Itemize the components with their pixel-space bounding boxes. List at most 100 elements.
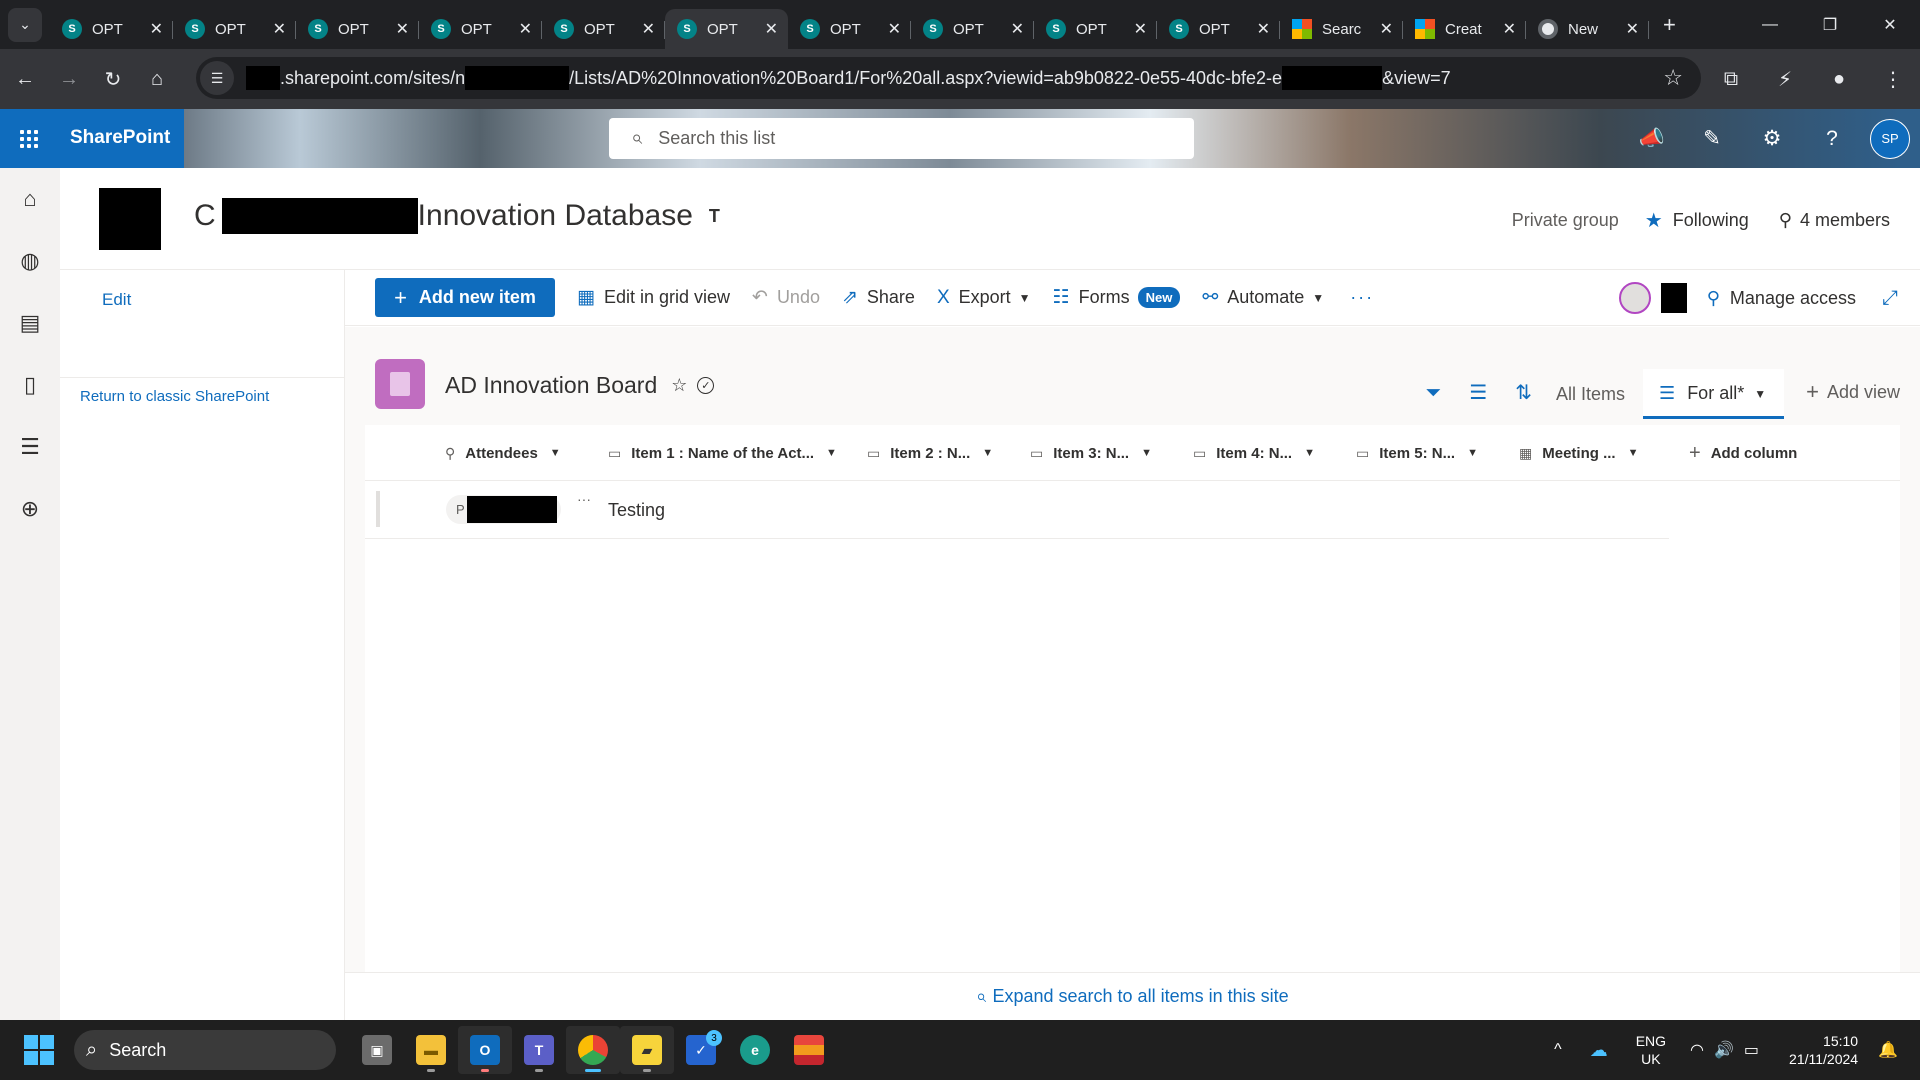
list-title-text[interactable]: AD Innovation Board	[445, 372, 657, 399]
browser-tab[interactable]: S OPT ✕	[296, 9, 419, 49]
onedrive-icon[interactable]: ☁	[1590, 1040, 1608, 1061]
tab-search-menu-button[interactable]: ⌄	[8, 7, 42, 42]
help-icon[interactable]: ?	[1802, 127, 1862, 151]
browser-menu-icon[interactable]: ⋮	[1866, 67, 1920, 92]
megaphone-icon[interactable]: 📣	[1622, 127, 1682, 151]
app-launcher-button[interactable]	[0, 109, 58, 168]
column-header-item-1[interactable]: ▭ Item 1 : Name of the Act... ▼	[608, 425, 837, 481]
edge-icon[interactable]: e	[728, 1026, 782, 1074]
news-icon[interactable]: ▤	[0, 292, 60, 354]
column-header-item-5[interactable]: ▭ Item 5: N... ▼	[1356, 425, 1478, 481]
bookmark-star-icon[interactable]: ☆	[1663, 65, 1683, 91]
home-icon[interactable]: ⌂	[0, 168, 60, 230]
wifi-icon[interactable]: ◠	[1690, 1040, 1704, 1060]
reload-button[interactable]: ↻	[94, 60, 132, 98]
files-icon[interactable]: ▯	[0, 354, 60, 416]
expand-icon[interactable]: ⤢	[1882, 287, 1898, 310]
add-new-item-button[interactable]: + Add new item	[375, 278, 555, 317]
browser-tab[interactable]: S OPT ✕	[788, 9, 911, 49]
teams-icon[interactable]: T	[512, 1026, 566, 1074]
close-tab-icon[interactable]: ✕	[888, 19, 901, 39]
search-input[interactable]	[658, 128, 1119, 149]
site-title[interactable]: C Innovation Database T	[194, 198, 720, 234]
row-selector[interactable]	[376, 491, 380, 527]
forward-button[interactable]: →	[50, 60, 88, 98]
filter-icon[interactable]: ⏷	[1425, 382, 1441, 405]
members-button[interactable]: ⚲ 4 members	[1779, 210, 1890, 231]
notifications-bell-icon[interactable]: 🔔	[1878, 1040, 1898, 1060]
minimize-button[interactable]: —	[1740, 0, 1800, 49]
file-explorer-icon[interactable]: ▬	[404, 1026, 458, 1074]
row-title-cell[interactable]: Testing	[608, 500, 665, 521]
edit-nav-link[interactable]: Edit	[102, 290, 131, 310]
browser-tab[interactable]: Searc ✕	[1280, 9, 1403, 49]
browser-tab[interactable]: S OPT ✕	[665, 9, 788, 49]
clock[interactable]: 15:10 21/11/2024	[1789, 1032, 1858, 1068]
browser-tab[interactable]: Creat ✕	[1403, 9, 1526, 49]
close-tab-icon[interactable]: ✕	[1503, 19, 1516, 39]
close-tab-icon[interactable]: ✕	[765, 19, 778, 39]
export-button[interactable]: X Export ▼	[937, 287, 1031, 309]
sort-icon[interactable]: ⇅	[1515, 380, 1532, 405]
feedback-icon[interactable]: ✎	[1682, 126, 1742, 151]
column-header-meeting[interactable]: ▦ Meeting ... ▼	[1519, 425, 1638, 481]
chrome-icon[interactable]	[566, 1026, 620, 1074]
view-all-items[interactable]: All Items	[1556, 384, 1625, 405]
site-info-icon[interactable]: ☰	[200, 61, 234, 95]
close-tab-icon[interactable]: ✕	[1626, 19, 1639, 39]
close-tab-icon[interactable]: ✕	[273, 19, 286, 39]
extensions-icon[interactable]: ⧉	[1704, 68, 1758, 91]
sharepoint-brand[interactable]: SharePoint	[70, 127, 170, 149]
lists-icon[interactable]: ☰	[0, 416, 60, 478]
windows-start-icon[interactable]	[24, 1035, 54, 1065]
column-header-item-2[interactable]: ▭ Item 2 : N... ▼	[867, 425, 993, 481]
language-indicator[interactable]: ENG UK	[1636, 1032, 1666, 1068]
browser-tab[interactable]: S OPT ✕	[1034, 9, 1157, 49]
edit-grid-view-button[interactable]: ▦ Edit in grid view	[577, 286, 730, 309]
teams-icon[interactable]: T	[709, 206, 720, 227]
outlook-icon[interactable]: O	[458, 1026, 512, 1074]
list-search-box[interactable]: ⌕	[609, 118, 1194, 159]
column-header-item-4[interactable]: ▭ Item 4: N... ▼	[1193, 425, 1315, 481]
profile-icon[interactable]: ●	[1812, 68, 1866, 91]
add-column-button[interactable]: + Add column	[1689, 425, 1797, 481]
taskbar-search[interactable]: ⌕ Search	[74, 1030, 336, 1070]
add-view-button[interactable]: + Add view	[1806, 379, 1900, 405]
column-header-attendees[interactable]: ⚲ Attendees ▼	[445, 425, 561, 481]
close-tab-icon[interactable]: ✕	[396, 19, 409, 39]
browser-tab[interactable]: S OPT ✕	[419, 9, 542, 49]
check-circle-icon[interactable]: ✓	[697, 377, 715, 394]
close-tab-icon[interactable]: ✕	[519, 19, 532, 39]
site-logo[interactable]	[99, 188, 161, 250]
view-current[interactable]: ☰ For all* ▼	[1643, 369, 1785, 419]
address-bar[interactable]: ☰ .sharepoint.com/sites/n /Lists/AD%20In…	[196, 57, 1701, 99]
list-options-icon[interactable]: ☰	[1469, 380, 1487, 405]
close-tab-icon[interactable]: ✕	[642, 19, 655, 39]
forms-button[interactable]: ☷ Forms New	[1053, 286, 1181, 309]
restore-button[interactable]: ❐	[1800, 0, 1860, 49]
office-stack-icon[interactable]	[782, 1026, 836, 1074]
settings-gear-icon[interactable]: ⚙	[1742, 126, 1802, 151]
battery-icon[interactable]: ▭	[1744, 1040, 1759, 1060]
return-to-classic-link[interactable]: Return to classic SharePoint	[80, 388, 269, 405]
globe-icon[interactable]: ◍	[0, 230, 60, 292]
browser-tab[interactable]: S OPT ✕	[1157, 9, 1280, 49]
close-window-button[interactable]: ✕	[1860, 0, 1920, 49]
column-header-item-3[interactable]: ▭ Item 3: N... ▼	[1030, 425, 1152, 481]
table-row[interactable]: P ··· Testing	[365, 481, 1669, 539]
new-tab-button[interactable]: +	[1663, 12, 1676, 38]
close-tab-icon[interactable]: ✕	[1134, 19, 1147, 39]
browser-tab[interactable]: S OPT ✕	[542, 9, 665, 49]
home-button[interactable]: ⌂	[138, 60, 176, 98]
user-avatar[interactable]: SP	[1870, 118, 1910, 159]
close-tab-icon[interactable]: ✕	[1011, 19, 1024, 39]
automate-button[interactable]: ⚯ Automate ▼	[1202, 286, 1324, 309]
browser-tab[interactable]: S OPT ✕	[911, 9, 1034, 49]
expand-search-link[interactable]: ⌕ Expand search to all items in this sit…	[345, 972, 1920, 1020]
close-tab-icon[interactable]: ✕	[1257, 19, 1270, 39]
following-button[interactable]: ★ Following	[1645, 208, 1749, 233]
chevron-up-icon[interactable]: ^	[1554, 1041, 1562, 1059]
share-button[interactable]: ⇗ Share	[842, 286, 915, 309]
attendee-persona[interactable]: P	[446, 495, 561, 524]
back-button[interactable]: ←	[6, 60, 44, 98]
